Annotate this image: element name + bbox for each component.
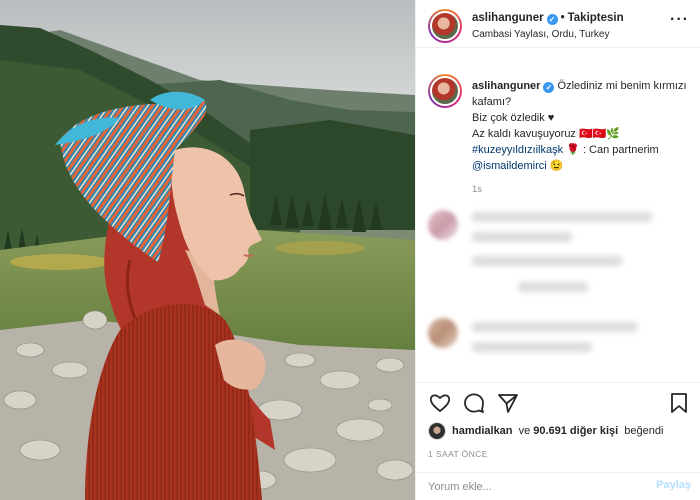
- mention-emoji: 😉: [549, 160, 564, 172]
- caption-hashtag-line: #kuzeyyıldızıilkaşk 🌹 : Can partnerim: [472, 142, 692, 158]
- header-username[interactable]: aslihanguner: [472, 12, 544, 24]
- comment-text-blurred: [472, 232, 572, 242]
- follow-button[interactable]: Takiptesin: [568, 12, 624, 24]
- comment-form: Paylaş: [416, 472, 700, 500]
- comment-avatar: [428, 318, 458, 348]
- location-link[interactable]: Cambasi Yaylası, Ordu, Turkey: [472, 29, 609, 40]
- comment-text-blurred: [472, 212, 652, 222]
- caption-line-2: Biz çok özledik ♥: [472, 112, 555, 124]
- verified-badge-icon: ✓: [543, 82, 555, 93]
- bookmark-icon[interactable]: [667, 391, 691, 415]
- header-separator: •: [560, 12, 565, 24]
- post-header: aslihanguner ✓ • Takiptesin Cambasi Yaylası…: [416, 0, 700, 48]
- likes-suffix: beğendi: [624, 425, 664, 437]
- post-side-panel: aslihanguner ✓ • Takiptesin Cambasi Yaylası…: [415, 0, 700, 500]
- portrait-image: [0, 0, 415, 500]
- liker-username[interactable]: hamdialkan: [452, 425, 513, 437]
- caption-mention-line: @ismaildemirci 😉: [472, 158, 692, 174]
- heart-icon[interactable]: [428, 391, 452, 415]
- comment-text-blurred: [518, 282, 588, 292]
- mention-link[interactable]: @ismaildemirci: [472, 160, 547, 172]
- caption-first-line: aslihanguner ✓ Özlediniz mi benim kırmızı…: [472, 78, 692, 110]
- comment-text-blurred: [472, 322, 637, 332]
- caption-avatar[interactable]: [428, 74, 462, 108]
- comment-icon[interactable]: [462, 391, 486, 415]
- avatar-image: [430, 11, 460, 41]
- comment-input[interactable]: [428, 479, 628, 495]
- likes-connector: ve: [518, 425, 531, 437]
- hashtag-link[interactable]: #kuzeyyıldızıilkaşk: [472, 144, 563, 156]
- comment-item: [428, 256, 688, 296]
- profile-avatar[interactable]: [428, 9, 462, 43]
- comment-text-blurred: [472, 256, 622, 266]
- verified-badge-icon: ✓: [546, 14, 558, 25]
- post-time-ago[interactable]: 1 SAAT ÖNCE: [428, 449, 488, 459]
- caption-text: aslihanguner ✓ Özlediniz mi benim kırmızı…: [472, 78, 692, 174]
- share-icon[interactable]: [496, 391, 520, 415]
- caption-line-3: Az kaldı kavuşuyoruz 🇹🇷🇹🇷🌿: [472, 128, 621, 140]
- more-options-icon[interactable]: ···: [670, 12, 689, 28]
- post-comment-button[interactable]: Paylaş: [656, 479, 691, 491]
- hashtag-suffix: 🌹 : Can partnerim: [566, 144, 659, 156]
- likes-count[interactable]: 90.691 diğer kişi: [533, 425, 618, 437]
- likes-summary: hamdialkan ve 90.691 diğer kişi beğendi: [428, 421, 666, 441]
- liker-avatar[interactable]: [428, 422, 446, 440]
- caption-username[interactable]: aslihanguner: [472, 80, 540, 92]
- header-user-line: aslihanguner ✓ • Takiptesin: [472, 12, 624, 25]
- comment-avatar: [428, 210, 458, 240]
- comment-item: [428, 318, 688, 358]
- post-photo[interactable]: [0, 0, 415, 500]
- comment-text-blurred: [472, 342, 592, 352]
- avatar-image: [430, 76, 460, 106]
- comment-item: [428, 210, 688, 250]
- caption-timestamp[interactable]: 1s: [472, 184, 482, 195]
